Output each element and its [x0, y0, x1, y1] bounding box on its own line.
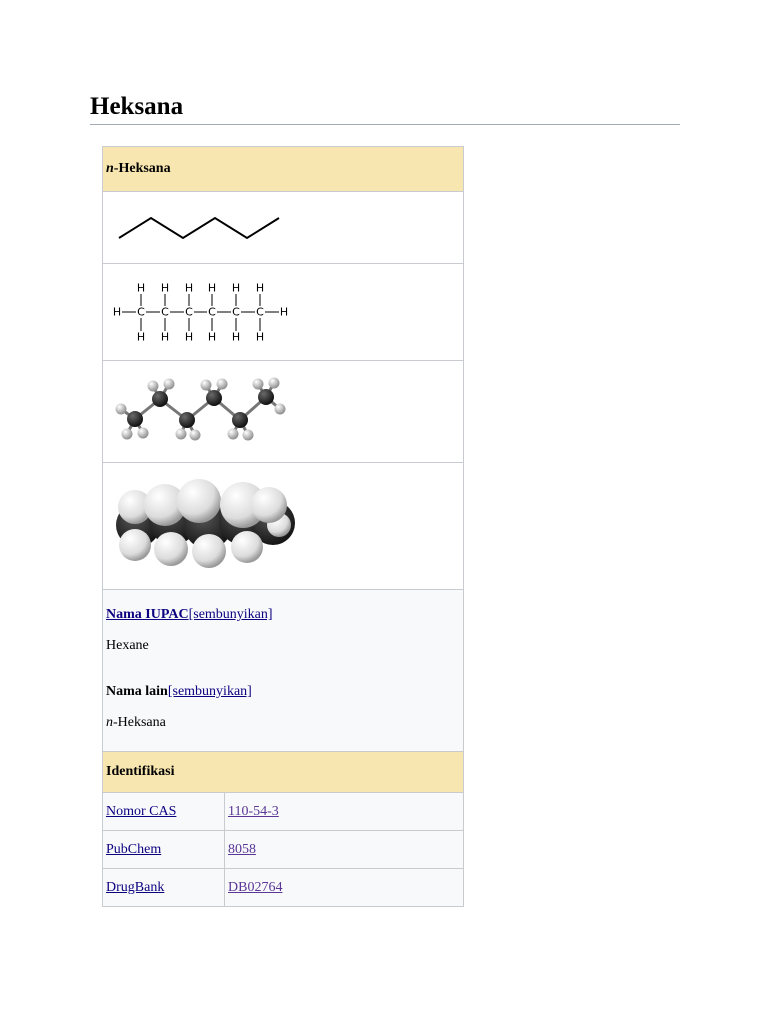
iupac-name-link[interactable]: Nama IUPAC	[106, 607, 189, 622]
other-names-label: Nama lain	[106, 684, 168, 699]
hydrogen-atom-label: H	[208, 331, 216, 344]
structural-formula-image[interactable]: H CHHCHHCHHCHHCHHCHHH	[103, 264, 463, 360]
other-names-value-text: -Heksana	[113, 715, 166, 730]
iupac-toggle-link[interactable]: [sembunyikan]	[189, 607, 273, 622]
hydrogen-atom-label: H	[185, 331, 193, 344]
iupac-name-value: Hexane	[106, 638, 149, 653]
pubchem-value-link[interactable]: 8058	[228, 842, 256, 857]
hydrogen-atom-label: H	[161, 282, 169, 295]
infobox-title-text: -Heksana	[113, 161, 171, 176]
hydrogen-atom-label: H	[256, 331, 264, 344]
identifier-value-cell: DB02764	[224, 868, 464, 907]
carbon-atom-label: C	[256, 306, 264, 319]
ball-and-stick-model-image[interactable]	[103, 361, 463, 462]
cas-number-link[interactable]: Nomor CAS	[106, 804, 176, 819]
identifier-value-cell: 8058	[224, 830, 464, 869]
hydrogen-atom-label: H	[208, 282, 216, 295]
hydrogen-atom-label: H	[232, 282, 240, 295]
other-names-value-prefix: n	[106, 715, 113, 730]
table-row: DrugBank DB02764	[102, 868, 464, 907]
chembox-infobox: n-Heksana HCHHCHHCHHCHHCHHCHHH Nama IUPA…	[102, 146, 464, 907]
names-section: Nama IUPAC[sembunyikan] Hexane Nama lain…	[102, 589, 464, 752]
carbon-atom-label: C	[208, 306, 216, 319]
iupac-name-label-row: Nama IUPAC[sembunyikan]	[106, 604, 460, 635]
other-names-toggle-link[interactable]: [sembunyikan]	[168, 684, 252, 699]
hydrogen-atom-label: H	[232, 331, 240, 344]
cas-number-value-link[interactable]: 110-54-3	[228, 804, 279, 819]
hydrogen-atom-label: H	[113, 306, 121, 319]
identifier-label-cell: DrugBank	[102, 868, 225, 907]
carbon-atom-label: C	[137, 306, 145, 319]
hydrogen-atom-label: H	[185, 282, 193, 295]
structural-formula-cell: HCHHCHHCHHCHHCHHCHHH	[102, 263, 464, 361]
hydrogen-atom-label: H	[137, 282, 145, 295]
identifier-value-cell: 110-54-3	[224, 792, 464, 831]
hydrogen-atom-label: H	[256, 282, 264, 295]
identification-header: Identifikasi	[102, 751, 464, 793]
carbon-atom-label: C	[185, 306, 193, 319]
carbon-atom-label: C	[161, 306, 169, 319]
space-filling-model-image[interactable]	[103, 463, 463, 589]
skeletal-formula-image[interactable]	[103, 192, 463, 263]
ball-and-stick-cell	[102, 360, 464, 463]
pubchem-link[interactable]: PubChem	[106, 842, 161, 857]
table-row: PubChem 8058	[102, 830, 464, 869]
skeletal-formula-cell	[102, 191, 464, 264]
page-title: Heksana	[90, 92, 680, 125]
drugbank-link[interactable]: DrugBank	[106, 880, 164, 895]
table-row: Nomor CAS 110-54-3	[102, 792, 464, 831]
hydrogen-atom-label: H	[161, 331, 169, 344]
other-names-value: n-Heksana	[106, 712, 460, 743]
identifier-label-cell: Nomor CAS	[102, 792, 225, 831]
space-filling-cell	[102, 462, 464, 590]
drugbank-value-link[interactable]: DB02764	[228, 880, 282, 895]
infobox-title-prefix: n	[106, 161, 114, 176]
carbon-atom-label: C	[232, 306, 240, 319]
other-names-label-row: Nama lain[sembunyikan]	[106, 681, 460, 712]
hydrogen-atom-label: H	[137, 331, 145, 344]
identifier-label-cell: PubChem	[102, 830, 225, 869]
infobox-title: n-Heksana	[102, 146, 464, 192]
hydrogen-atom-label: H	[280, 306, 288, 319]
